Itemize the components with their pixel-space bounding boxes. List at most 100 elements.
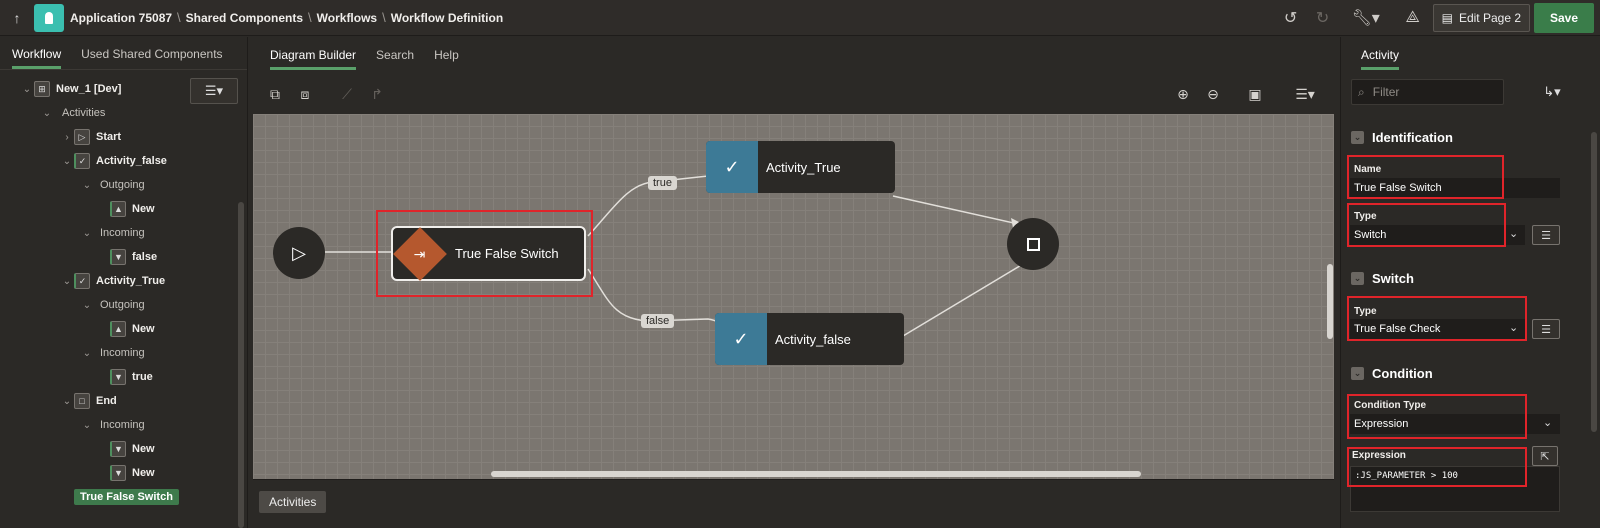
- undo-icon[interactable]: ↺: [1275, 8, 1307, 28]
- breadcrumb-app[interactable]: Application 75087: [70, 11, 172, 25]
- tree-scrollbar[interactable]: [238, 202, 244, 528]
- tree-label: Incoming: [100, 419, 145, 431]
- filter-placeholder: Filter: [1372, 85, 1400, 99]
- tree-node-false[interactable]: ▼ false: [0, 245, 240, 269]
- section-switch[interactable]: ⌄ Switch: [1351, 267, 1414, 289]
- top-bar: ↑ Application 75087 \ Shared Components …: [0, 0, 1600, 36]
- tree-node-activity-true[interactable]: ⌄ ✓ Activity_True: [0, 269, 240, 293]
- go-to-group-button[interactable]: ↳▾: [1529, 79, 1575, 105]
- filter-input[interactable]: ⌕ Filter: [1351, 79, 1504, 105]
- tree-node-outgoing[interactable]: ⌄ Outgoing: [0, 173, 240, 197]
- edit-page-button[interactable]: ▤ Edit Page 2: [1432, 4, 1530, 32]
- tab-activities[interactable]: Activities: [259, 491, 327, 513]
- tab-help[interactable]: Help: [434, 48, 459, 70]
- breadcrumb-workflows[interactable]: Workflows: [317, 11, 377, 25]
- chevron-down-icon[interactable]: ⌄: [40, 108, 54, 119]
- tree-node-outgoing[interactable]: ⌄ Outgoing: [0, 293, 240, 317]
- chevron-down-icon[interactable]: ⌄: [1543, 416, 1552, 429]
- utilities-wrench-icon[interactable]: 🔧︎▾: [1339, 8, 1393, 28]
- diagram-menu-icon[interactable]: ☰▾: [1282, 86, 1328, 103]
- tab-activity[interactable]: Activity: [1361, 48, 1400, 70]
- page-icon: ▤: [1441, 11, 1453, 25]
- highlight-box: [1347, 296, 1527, 341]
- triangle-up-icon: ▲: [110, 201, 126, 217]
- chevron-down-icon[interactable]: ⌄: [20, 84, 34, 95]
- start-node[interactable]: ▷: [273, 227, 325, 279]
- list-of-values-button[interactable]: ☰: [1532, 319, 1560, 339]
- zoom-out-icon[interactable]: ⊖: [1198, 86, 1228, 103]
- section-condition[interactable]: ⌄ Condition: [1351, 362, 1433, 384]
- chevron-down-icon[interactable]: ⌄: [80, 180, 94, 191]
- tree-node-start[interactable]: › ▷ Start: [0, 125, 240, 149]
- collapse-icon[interactable]: ⌄: [1351, 130, 1364, 144]
- tree-node-new[interactable]: ▲ New: [0, 197, 240, 221]
- chevron-down-icon[interactable]: ⌄: [80, 348, 94, 359]
- chevron-down-icon[interactable]: ⌄: [1509, 227, 1518, 240]
- canvas-vertical-scrollbar[interactable]: [1327, 264, 1333, 339]
- expand-editor-icon[interactable]: ⇱: [1532, 446, 1558, 466]
- tree-node-activity-false[interactable]: ⌄ ✓ Activity_false: [0, 149, 240, 173]
- tree-node-activities[interactable]: ⌄ Activities: [0, 101, 240, 125]
- diagram-canvas[interactable]: ▷ ⇥ True False Switch ✓ Activity_True ✓ …: [253, 114, 1334, 479]
- chevron-down-icon[interactable]: ⌄: [60, 276, 74, 287]
- edge-label-true[interactable]: true: [648, 176, 677, 190]
- shared-components-icon[interactable]: ⟁: [1393, 9, 1433, 27]
- section-identification[interactable]: ⌄ Identification: [1351, 126, 1453, 148]
- triangle-up-icon: ▲: [110, 321, 126, 337]
- workflow-tree-panel: Workflow Used Shared Components ☰▾ ⌄ ⊞ N…: [0, 37, 248, 528]
- diagram-toolbar: ⧉ ⧈ ⟋ ↱ ⊕ ⊖ ▣ ☰▾: [253, 74, 1334, 114]
- canvas-horizontal-scrollbar[interactable]: [491, 471, 1141, 477]
- straight-connector-icon[interactable]: ⟋: [332, 86, 362, 103]
- tree-node-new[interactable]: ▼ New: [0, 461, 240, 485]
- send-backward-icon[interactable]: ⧈: [290, 86, 320, 103]
- tree-label: Start: [96, 131, 122, 143]
- tree-node-new[interactable]: ▼ New: [0, 437, 240, 461]
- tree-node-new[interactable]: ▲ New: [0, 317, 240, 341]
- breadcrumb-shared-components[interactable]: Shared Components: [186, 11, 303, 25]
- triangle-down-icon: ▼: [110, 249, 126, 265]
- fit-screen-icon[interactable]: ▣: [1240, 86, 1270, 103]
- redo-icon[interactable]: ↻: [1307, 8, 1339, 28]
- highlight-box: [376, 210, 593, 297]
- chevron-down-icon[interactable]: ⌄: [80, 300, 94, 311]
- collapse-icon[interactable]: ⌄: [1351, 366, 1364, 380]
- tree-node-incoming[interactable]: ⌄ Incoming: [0, 413, 240, 437]
- up-arrow-icon[interactable]: ↑: [0, 10, 34, 26]
- tree-node-incoming[interactable]: ⌄ Incoming: [0, 341, 240, 365]
- triangle-down-icon: ▼: [110, 465, 126, 481]
- orthogonal-connector-icon[interactable]: ↱: [362, 86, 392, 103]
- activity-false-node[interactable]: ✓ Activity_false: [715, 313, 904, 365]
- collapse-icon[interactable]: ⌄: [1351, 271, 1364, 285]
- save-button[interactable]: Save: [1534, 3, 1594, 33]
- bring-forward-icon[interactable]: ⧉: [260, 86, 290, 103]
- search-icon: ⌕: [1358, 84, 1365, 99]
- tab-used-shared-components[interactable]: Used Shared Components: [81, 47, 222, 69]
- app-icon[interactable]: [34, 3, 64, 32]
- highlight-box: [1347, 203, 1506, 247]
- tab-workflow[interactable]: Workflow: [12, 47, 62, 69]
- end-node[interactable]: [1007, 218, 1059, 270]
- tree-node-true-false-switch[interactable]: True False Switch: [0, 485, 240, 509]
- chevron-down-icon[interactable]: ⌄: [60, 156, 74, 167]
- section-title: Identification: [1372, 129, 1453, 145]
- section-title: Switch: [1372, 270, 1414, 286]
- chevron-down-icon[interactable]: ⌄: [80, 420, 94, 431]
- tree-label: false: [132, 251, 158, 263]
- tree-node-incoming[interactable]: ⌄ Incoming: [0, 221, 240, 245]
- workflow-tree: ⌄ ⊞ New_1 [Dev] ⌄ Activities › ▷ Start ⌄…: [0, 77, 240, 509]
- chevron-down-icon[interactable]: ⌄: [80, 228, 94, 239]
- highlight-box: [1347, 155, 1504, 199]
- chevron-right-icon[interactable]: ›: [60, 132, 74, 143]
- chevron-down-icon[interactable]: ⌄: [60, 396, 74, 407]
- edge-label-false[interactable]: false: [641, 314, 675, 328]
- tree-node-root[interactable]: ⌄ ⊞ New_1 [Dev]: [0, 77, 240, 101]
- zoom-in-icon[interactable]: ⊕: [1168, 86, 1198, 103]
- list-of-values-button[interactable]: ☰: [1532, 225, 1560, 245]
- tab-search[interactable]: Search: [376, 48, 414, 70]
- activity-true-node[interactable]: ✓ Activity_True: [706, 141, 895, 193]
- property-scrollbar[interactable]: [1591, 132, 1597, 432]
- tree-node-true[interactable]: ▼ true: [0, 365, 240, 389]
- tree-node-end[interactable]: ⌄ □ End: [0, 389, 240, 413]
- tab-diagram-builder[interactable]: Diagram Builder: [270, 48, 357, 70]
- breadcrumb-separator: \: [382, 10, 386, 25]
